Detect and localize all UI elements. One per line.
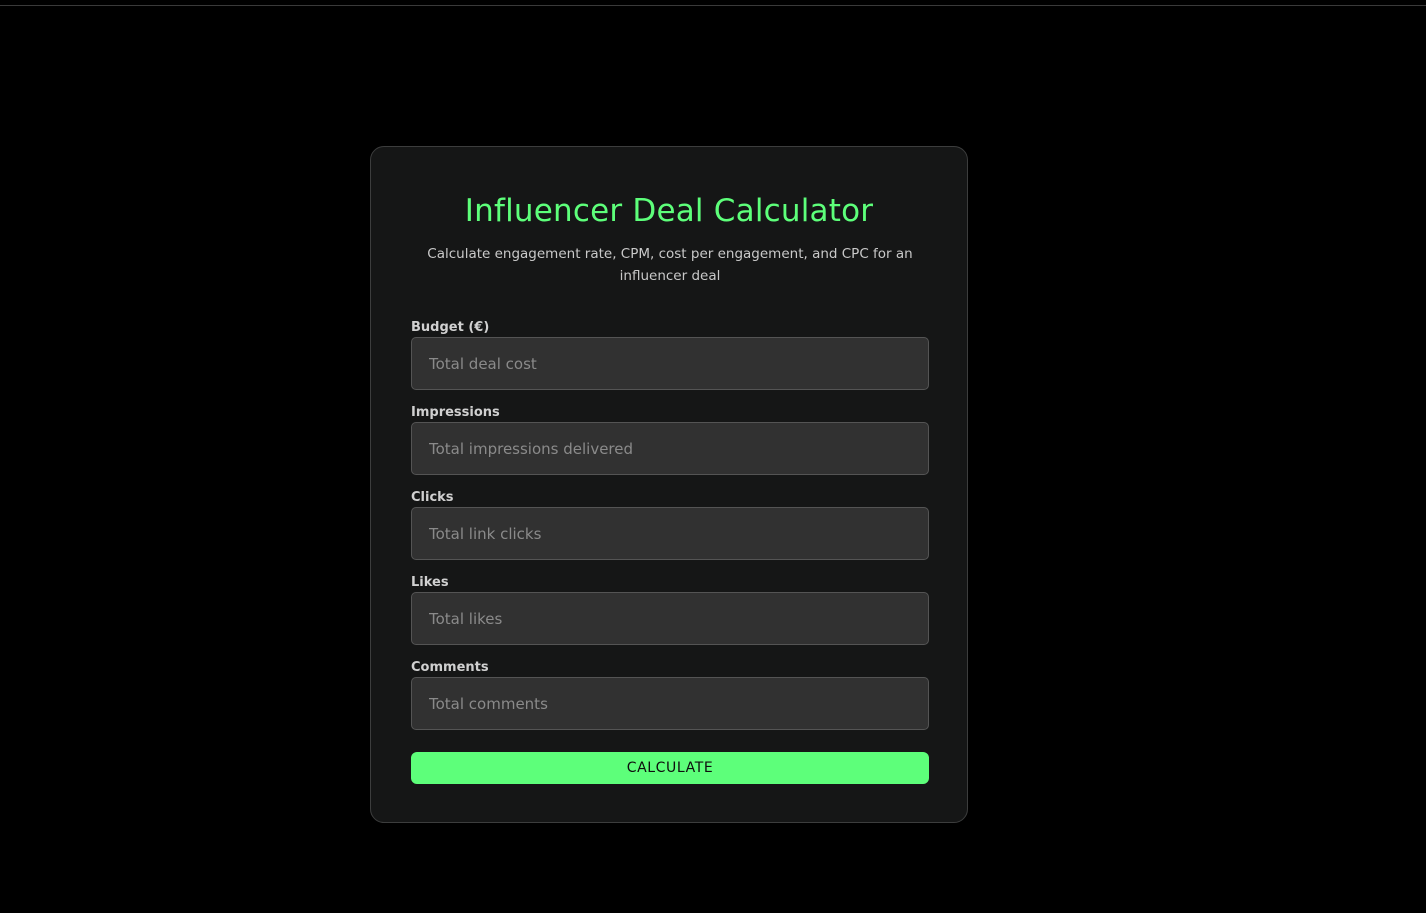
clicks-label: Clicks <box>411 490 454 505</box>
comments-label: Comments <box>411 660 489 675</box>
budget-field-group: Budget (€) <box>411 320 929 390</box>
comments-field-group: Comments <box>411 660 929 730</box>
impressions-field-group: Impressions <box>411 405 929 475</box>
impressions-input[interactable] <box>411 422 929 475</box>
budget-label: Budget (€) <box>411 320 490 335</box>
budget-input[interactable] <box>411 337 929 390</box>
calculate-button[interactable]: CALCULATE <box>411 752 929 784</box>
page-subtitle: Calculate engagement rate, CPM, cost per… <box>427 246 913 284</box>
calculator-card: Influencer Deal Calculator Calculate eng… <box>370 146 968 823</box>
page-title: Influencer Deal Calculator <box>464 193 874 229</box>
likes-label: Likes <box>411 575 449 590</box>
comments-input[interactable] <box>411 677 929 730</box>
impressions-label: Impressions <box>411 405 500 420</box>
clicks-input[interactable] <box>411 507 929 560</box>
clicks-field-group: Clicks <box>411 490 929 560</box>
likes-field-group: Likes <box>411 575 929 645</box>
likes-input[interactable] <box>411 592 929 645</box>
top-divider <box>0 5 1426 6</box>
